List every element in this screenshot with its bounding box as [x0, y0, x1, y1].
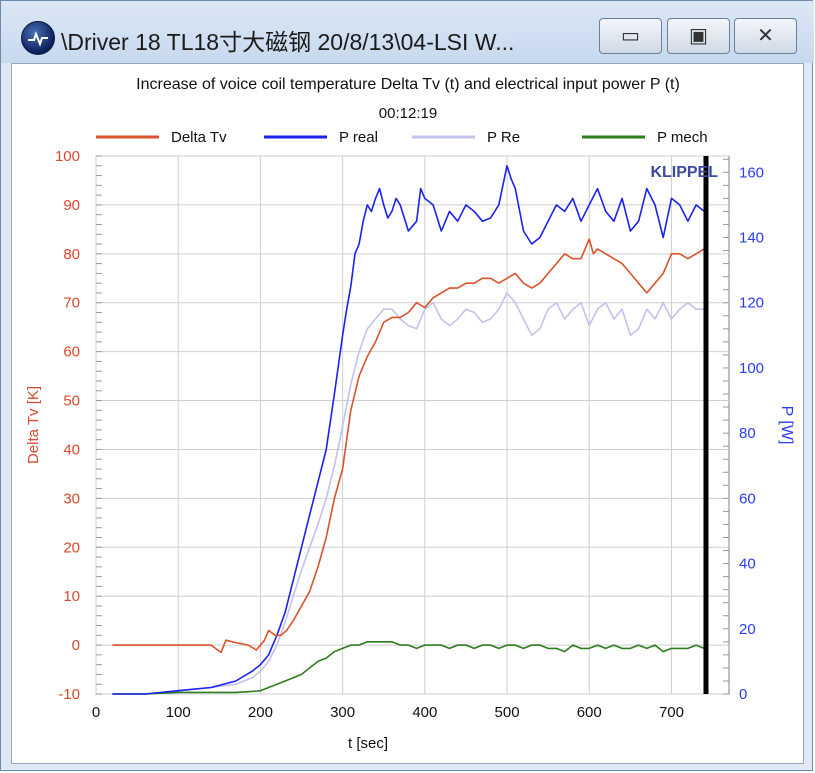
- y-tick-label-right: 60: [739, 490, 756, 507]
- x-tick-label: 0: [92, 704, 100, 721]
- y-tick-label-right: 100: [739, 360, 764, 377]
- title-bar[interactable]: \Driver 18 TL18寸大磁钢 20/8/13\04-LSI W... …: [1, 1, 814, 63]
- y-tick-label-left: 90: [63, 197, 80, 214]
- y-tick-label-left: -10: [58, 686, 80, 703]
- chart-svg: Increase of voice coil temperature Delta…: [25, 76, 795, 752]
- chart-subtitle: 00:12:19: [379, 105, 437, 122]
- minimize-icon: ▭: [621, 23, 640, 47]
- x-tick-label: 700: [659, 704, 684, 721]
- maximize-button[interactable]: ▣: [667, 18, 730, 54]
- y-tick-label-left: 60: [63, 344, 80, 361]
- y-tick-label-left: 80: [63, 246, 80, 263]
- y-tick-label-left: 0: [72, 637, 80, 654]
- y-tick-label-left: 50: [63, 393, 80, 410]
- app-window: \Driver 18 TL18寸大磁钢 20/8/13\04-LSI W... …: [0, 0, 814, 771]
- legend-label-p-mech: P mech: [657, 129, 708, 146]
- chart-panel: Increase of voice coil temperature Delta…: [11, 63, 804, 764]
- y-tick-label-left: 20: [63, 539, 80, 556]
- x-tick-label: 600: [577, 704, 602, 721]
- y-axis-label-left: Delta Tv [K]: [25, 386, 42, 464]
- close-icon: ✕: [757, 23, 774, 47]
- y-tick-label-right: 0: [739, 686, 747, 703]
- y-tick-label-left: 40: [63, 441, 80, 458]
- legend-label-delta-tv: Delta Tv: [171, 129, 227, 146]
- app-icon-glyph: [28, 31, 48, 47]
- legend: Delta Tv P real P Re P mech: [96, 129, 708, 146]
- y-tick-label-left: 10: [63, 588, 80, 605]
- legend-label-p-re: P Re: [487, 129, 520, 146]
- x-tick-label: 400: [412, 704, 437, 721]
- chart-title: Increase of voice coil temperature Delta…: [136, 76, 680, 93]
- y-tick-label-left: 30: [63, 490, 80, 507]
- legend-label-p-real: P real: [339, 129, 378, 146]
- app-icon[interactable]: [21, 21, 55, 55]
- y-tick-label-right: 160: [739, 164, 764, 181]
- x-axis-label: t [sec]: [348, 735, 388, 752]
- x-tick-label: 300: [330, 704, 355, 721]
- y-tick-label-left: 70: [63, 295, 80, 312]
- y-tick-label-right: 140: [739, 230, 764, 247]
- y-tick-label-right: 20: [739, 621, 756, 638]
- y-tick-label-right: 80: [739, 425, 756, 442]
- x-tick-label: 500: [495, 704, 520, 721]
- maximize-icon: ▣: [689, 23, 708, 47]
- y-tick-label-right: 120: [739, 295, 764, 312]
- cursor-line[interactable]: [703, 156, 709, 694]
- y-tick-label-left: 100: [55, 148, 80, 165]
- window-title: \Driver 18 TL18寸大磁钢 20/8/13\04-LSI W...: [61, 29, 515, 55]
- klippel-brand: KLIPPEL: [650, 164, 718, 181]
- minimize-button[interactable]: ▭: [599, 18, 662, 54]
- plot-area: [95, 155, 730, 695]
- x-tick-label: 200: [248, 704, 273, 721]
- close-button[interactable]: ✕: [734, 18, 797, 54]
- y-axis-label-right: P [W]: [778, 406, 795, 445]
- y-tick-label-right: 40: [739, 556, 756, 573]
- x-tick-label: 100: [166, 704, 191, 721]
